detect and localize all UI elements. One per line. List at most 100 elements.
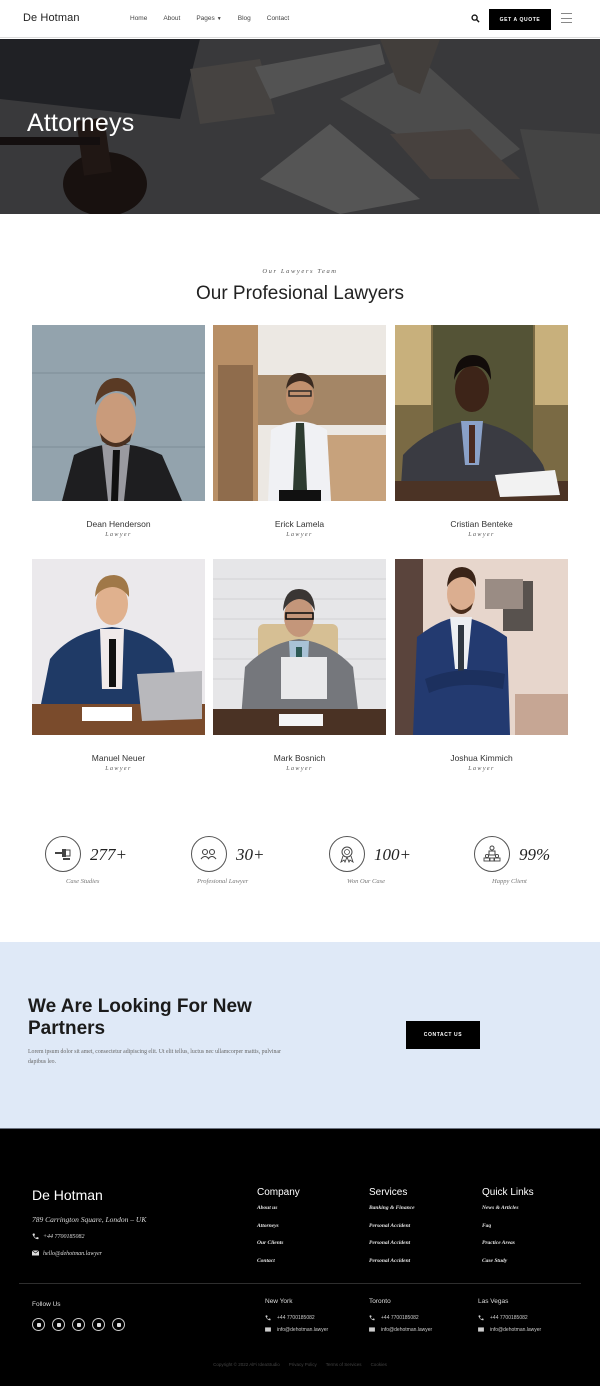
social-links xyxy=(32,1318,125,1331)
instagram-icon[interactable] xyxy=(112,1318,125,1331)
footer-link[interactable]: Case Study xyxy=(482,1258,534,1276)
twitter-icon[interactable] xyxy=(52,1318,65,1331)
lawyer-photo[interactable] xyxy=(213,325,386,501)
cookies-link[interactable]: Cookies xyxy=(371,1362,387,1367)
lawyer-photo[interactable] xyxy=(213,559,386,735)
main-nav: Home About Pages ▼ Blog Contact xyxy=(130,15,305,22)
footer-link[interactable]: Faq xyxy=(482,1223,534,1241)
youtube-alt-icon[interactable] xyxy=(92,1318,105,1331)
footer-link[interactable]: About us xyxy=(257,1205,300,1223)
search-icon[interactable] xyxy=(471,14,480,23)
nav-item-about[interactable]: About xyxy=(163,15,180,22)
office-toronto: Toronto +44 7700185082 info@dehotman.law… xyxy=(369,1298,432,1336)
footer-link[interactable]: Personal Accident xyxy=(369,1258,415,1276)
mail-icon xyxy=(478,1327,484,1333)
lawyer-role: Lawyer xyxy=(105,532,132,538)
lawyer-name[interactable]: Mark Bosnich xyxy=(213,753,386,763)
nav-item-blog[interactable]: Blog xyxy=(238,15,251,22)
chevron-down-icon: ▼ xyxy=(216,15,222,22)
lawyer-card[interactable]: Joshua Kimmich Lawyer xyxy=(395,559,568,772)
footer-address: 789 Carrington Square, London – UK xyxy=(32,1215,147,1224)
get-a-quote-button[interactable]: GET A QUOTE xyxy=(489,9,551,30)
cta-title: We Are Looking For New Partners xyxy=(28,996,252,1039)
office-phone[interactable]: +44 7700185082 xyxy=(478,1312,541,1324)
footer-column-title: Services xyxy=(369,1187,408,1198)
footer-link[interactable]: Practice Areas xyxy=(482,1240,534,1258)
footer-link[interactable]: Personal Accident xyxy=(369,1240,415,1258)
site-footer: De Hotman 789 Carrington Square, London … xyxy=(0,1128,600,1386)
office-email[interactable]: info@dehotman.lawyer xyxy=(265,1324,328,1336)
footer-link[interactable]: News & Articles xyxy=(482,1205,534,1223)
footer-link[interactable]: Contact xyxy=(257,1258,300,1276)
nav-label: Blog xyxy=(237,15,251,22)
office-phone-text: +44 7700185082 xyxy=(381,1315,419,1321)
office-phone[interactable]: +44 7700185082 xyxy=(265,1312,328,1324)
lawyer-role: Lawyer xyxy=(468,532,495,538)
footer-logo[interactable]: De Hotman xyxy=(32,1187,103,1203)
lawyer-name[interactable]: Dean Henderson xyxy=(32,519,205,529)
team-hierarchy-icon xyxy=(474,836,510,872)
lawyer-card[interactable]: Cristian Benteke Lawyer xyxy=(395,325,568,538)
office-email-text: info@dehotman.lawyer xyxy=(381,1327,433,1333)
nav-item-home[interactable]: Home xyxy=(130,15,147,22)
hamburger-icon[interactable] xyxy=(561,13,572,23)
page-title: Attorneys xyxy=(27,109,135,137)
footer-link[interactable]: Attorneys xyxy=(257,1223,300,1241)
office-phone[interactable]: +44 7700185082 xyxy=(369,1312,432,1324)
office-email[interactable]: info@dehotman.lawyer xyxy=(369,1324,432,1336)
lawyer-photo[interactable] xyxy=(395,325,568,501)
lawyer-name[interactable]: Joshua Kimmich xyxy=(395,753,568,763)
lawyer-card[interactable]: Mark Bosnich Lawyer xyxy=(213,559,386,772)
stat-value: 100+ xyxy=(374,845,411,864)
phone-icon xyxy=(32,1233,39,1240)
office-email-text: info@dehotman.lawyer xyxy=(490,1327,542,1333)
nav-item-pages[interactable]: Pages ▼ xyxy=(196,15,221,22)
facebook-icon[interactable] xyxy=(32,1318,45,1331)
users-icon xyxy=(191,836,227,872)
terms-link[interactable]: Terms of Services xyxy=(326,1362,362,1367)
footer-column-title: Quick Links xyxy=(482,1187,534,1198)
office-email[interactable]: info@dehotman.lawyer xyxy=(478,1324,541,1336)
stat-label: Profesional Lawyer xyxy=(197,878,249,885)
stat-label: Won Our Case xyxy=(347,878,386,885)
lawyer-name[interactable]: Cristian Benteke xyxy=(395,519,568,529)
lawyer-photo[interactable] xyxy=(32,325,205,501)
nav-item-contact[interactable]: Contact xyxy=(267,15,289,22)
footer-phone-text: +44 7700185082 xyxy=(43,1233,85,1240)
footer-link[interactable]: Personal Accident xyxy=(369,1223,415,1241)
site-logo[interactable]: De Hotman xyxy=(23,12,80,24)
youtube-icon[interactable] xyxy=(72,1318,85,1331)
nav-label: Contact xyxy=(266,15,290,22)
footer-column-quick-links: Quick Links News & Articles Faq Practice… xyxy=(482,1187,534,1275)
office-las-vegas: Las Vegas +44 7700185082 info@dehotman.l… xyxy=(478,1298,541,1336)
page-hero: Attorneys xyxy=(0,39,600,214)
footer-column-company: Company About us Attorneys Our Clients C… xyxy=(257,1187,300,1275)
footer-column-services: Services Banking & Finance Personal Acci… xyxy=(369,1187,415,1275)
footer-phone[interactable]: +44 7700185082 xyxy=(32,1233,85,1240)
stat-value: 99% xyxy=(519,845,551,864)
lawyer-card[interactable]: Erick Lamela Lawyer xyxy=(213,325,386,538)
nav-label: Pages xyxy=(196,15,215,22)
footer-email-text: hello@dehotman.lawyer xyxy=(43,1250,103,1257)
lawyer-name[interactable]: Manuel Neuer xyxy=(32,753,205,763)
follow-us-label: Follow Us xyxy=(32,1301,61,1308)
lawyer-card[interactable]: Manuel Neuer Lawyer xyxy=(32,559,205,772)
lawyer-role: Lawyer xyxy=(286,532,313,538)
stat-value: 30+ xyxy=(236,845,265,864)
lawyer-photo[interactable] xyxy=(32,559,205,735)
lawyer-photo[interactable] xyxy=(395,559,568,735)
lawyer-card[interactable]: Dean Henderson Lawyer xyxy=(32,325,205,538)
partners-cta: We Are Looking For New Partners Lorem ip… xyxy=(0,942,600,1128)
office-email-text: info@dehotman.lawyer xyxy=(277,1327,329,1333)
privacy-policy-link[interactable]: Privacy Policy xyxy=(289,1362,317,1367)
footer-link[interactable]: Banking & Finance xyxy=(369,1205,415,1223)
contact-us-button[interactable]: CONTACT US xyxy=(406,1021,480,1049)
phone-icon xyxy=(478,1315,484,1321)
footer-email[interactable]: hello@dehotman.lawyer xyxy=(32,1250,102,1257)
section-eyebrow: Our Lawyers Team xyxy=(262,268,338,275)
footer-link[interactable]: Our Clients xyxy=(257,1240,300,1258)
footer-column-title: Company xyxy=(257,1187,300,1198)
copyright-bar: Copyright © 2022 AlFi IdeaStudio Privacy… xyxy=(0,1362,600,1367)
lawyer-name[interactable]: Erick Lamela xyxy=(213,519,386,529)
award-icon xyxy=(329,836,365,872)
